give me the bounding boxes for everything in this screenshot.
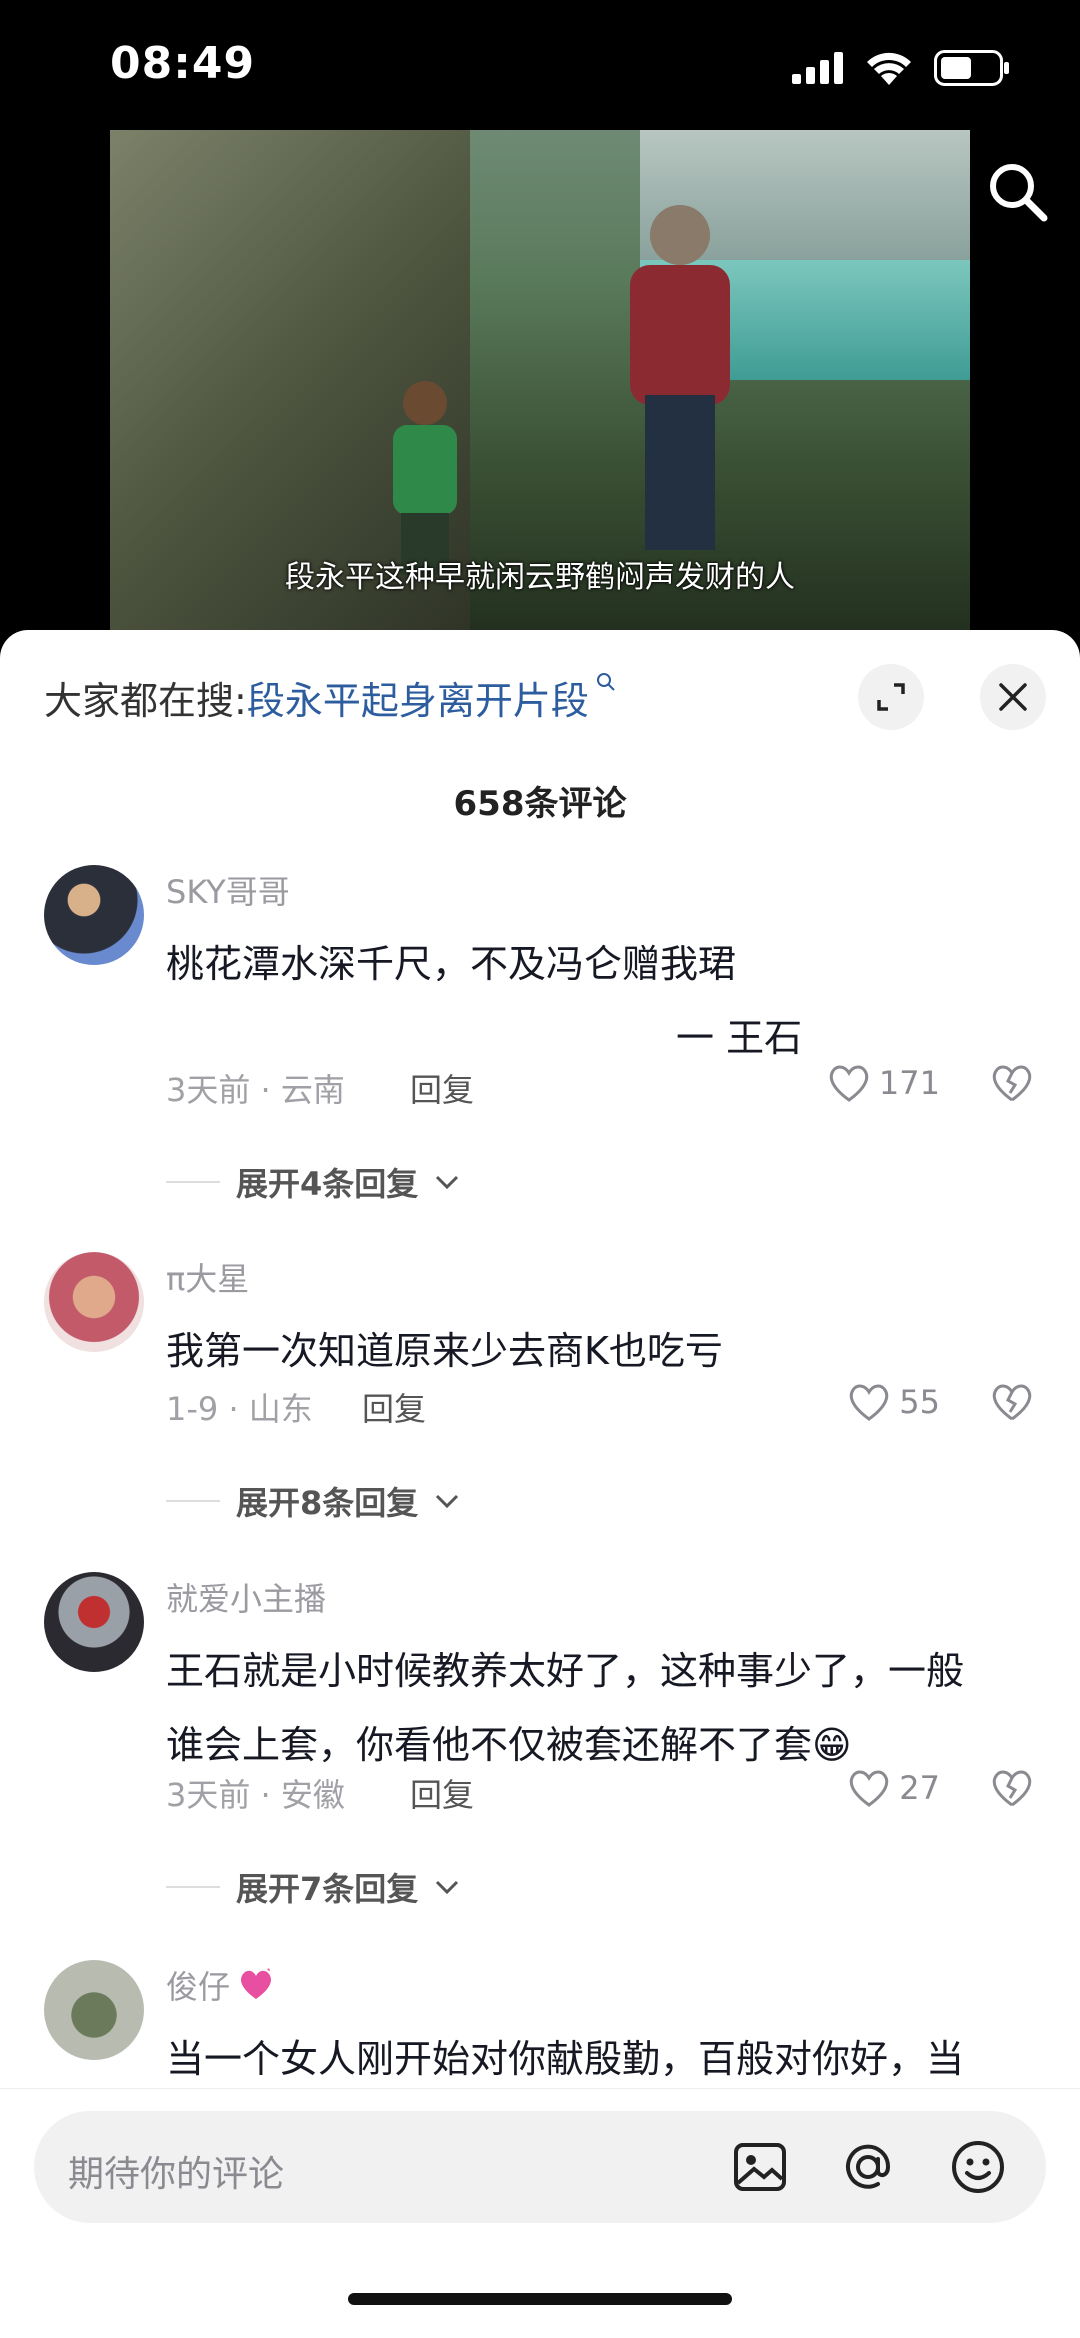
at-icon[interactable] [838, 2137, 898, 2197]
video-subtitle: 段永平这种早就闲云野鹤闷声发财的人 [285, 560, 795, 595]
comment-item: π大星 我第一次知道原来少去商K也吃亏 1-9 · 山东 回复 55 展开8条回… [0, 1252, 1080, 1572]
trending-keyword[interactable]: 段永平起身离开片段 [247, 679, 589, 723]
search-icon[interactable] [986, 160, 1050, 224]
comment-sheet: 大家都在搜:段永平起身离开片段 658条评论 SKY哥哥 桃花潭水深千尺，不及冯… [0, 630, 1080, 2337]
reply-button[interactable]: 回复 [362, 1384, 426, 1430]
like-count: 171 [878, 1064, 940, 1102]
comment-text: 当一个女人刚开始对你献殷勤，百般对你好，当 [166, 2022, 1036, 2096]
chevron-down-icon [436, 1880, 459, 1895]
username-text: 俊仔 [166, 1968, 231, 2006]
emoji-icon[interactable] [948, 2137, 1008, 2197]
comment-username[interactable]: SKY哥哥 [166, 867, 290, 913]
like-count: 55 [899, 1383, 940, 1421]
chevron-down-icon [436, 1494, 459, 1509]
video-man-figure [630, 205, 730, 550]
comment-text: 桃花潭水深千尺，不及冯仑赠我珺 一 王石 [166, 927, 1036, 1075]
heart-icon [850, 1384, 889, 1421]
avatar[interactable] [44, 865, 144, 965]
search-mini-icon [589, 670, 617, 698]
heart-icon [850, 1770, 889, 1807]
trending-prefix: 大家都在搜: [44, 679, 247, 723]
comment-username[interactable]: π大星 [166, 1254, 249, 1300]
battery-icon [934, 50, 1009, 86]
divider [166, 1181, 220, 1183]
broken-heart-icon[interactable] [990, 1382, 1034, 1422]
comment-line: 我第一次知道原来少去商K也吃亏 [166, 1329, 723, 1373]
close-icon [999, 683, 1027, 711]
comment-item: SKY哥哥 桃花潭水深千尺，不及冯仑赠我珺 一 王石 3天前 · 云南 回复 1… [0, 865, 1080, 1225]
like-button[interactable]: 27 [847, 1768, 940, 1808]
like-button[interactable]: 55 [847, 1382, 940, 1422]
status-bar: 08:49 [0, 0, 1080, 130]
comment-text: 我第一次知道原来少去商K也吃亏 [166, 1314, 1036, 1388]
expand-replies-label: 展开4条回复 [236, 1165, 419, 1203]
expand-button[interactable] [858, 664, 924, 730]
comment-username[interactable]: 俊仔 [166, 1962, 276, 2008]
broken-heart-icon[interactable] [990, 1768, 1034, 1808]
broken-heart-icon[interactable] [990, 1063, 1034, 1103]
comment-line: 桃花潭水深千尺，不及冯仑赠我珺 [166, 942, 737, 986]
reply-button[interactable]: 回复 [410, 1065, 474, 1111]
avatar[interactable] [44, 1960, 144, 2060]
wifi-icon [867, 52, 911, 85]
image-icon[interactable] [730, 2137, 790, 2197]
avatar[interactable] [44, 1572, 144, 1672]
expand-replies-label: 展开8条回复 [236, 1484, 419, 1522]
avatar[interactable] [44, 1252, 144, 1352]
reply-button[interactable]: 回复 [410, 1770, 474, 1816]
comment-line: 当一个女人刚开始对你献殷勤，百般对你好，当 [166, 2037, 965, 2081]
video-boy-figure [393, 381, 457, 575]
comment-username[interactable]: 就爱小主播 [166, 1574, 326, 1620]
clock: 08:49 [110, 38, 256, 89]
like-button[interactable]: 171 [827, 1063, 940, 1103]
sparkling-heart-icon [241, 1968, 271, 1999]
expand-replies[interactable]: 展开8条回复 [166, 1478, 460, 1524]
chevron-down-icon [436, 1175, 459, 1190]
comment-meta: 3天前 · 安徽 [166, 1776, 345, 1814]
comment-count: 658条评论 [453, 784, 627, 824]
expand-replies-label: 展开7条回复 [236, 1870, 419, 1908]
comment-meta: 1-9 · 山东 [166, 1390, 313, 1428]
comment-line: 王石就是小时候教养太好了，这种事少了，一般 [166, 1649, 965, 1693]
comment-meta: 3天前 · 云南 [166, 1071, 345, 1109]
expand-replies[interactable]: 展开7条回复 [166, 1864, 460, 1910]
comment-item: 就爱小主播 王石就是小时候教养太好了，这种事少了，一般 谁会上套，你看他不仅被套… [0, 1572, 1080, 1932]
like-count: 27 [899, 1769, 940, 1807]
trending-search[interactable]: 大家都在搜:段永平起身离开片段 [44, 670, 616, 725]
expand-replies[interactable]: 展开4条回复 [166, 1159, 460, 1205]
comment-input[interactable]: 期待你的评论 [34, 2111, 1046, 2223]
signal-icon [792, 52, 843, 84]
home-indicator[interactable] [348, 2293, 732, 2305]
expand-icon [877, 683, 905, 711]
divider [166, 1500, 220, 1502]
comment-input-placeholder: 期待你的评论 [68, 2154, 285, 2195]
close-button[interactable] [980, 664, 1046, 730]
divider [166, 1886, 220, 1888]
heart-icon [829, 1065, 869, 1102]
comment-text: 王石就是小时候教养太好了，这种事少了，一般 谁会上套，你看他不仅被套还解不了套😁 [166, 1634, 1036, 1782]
